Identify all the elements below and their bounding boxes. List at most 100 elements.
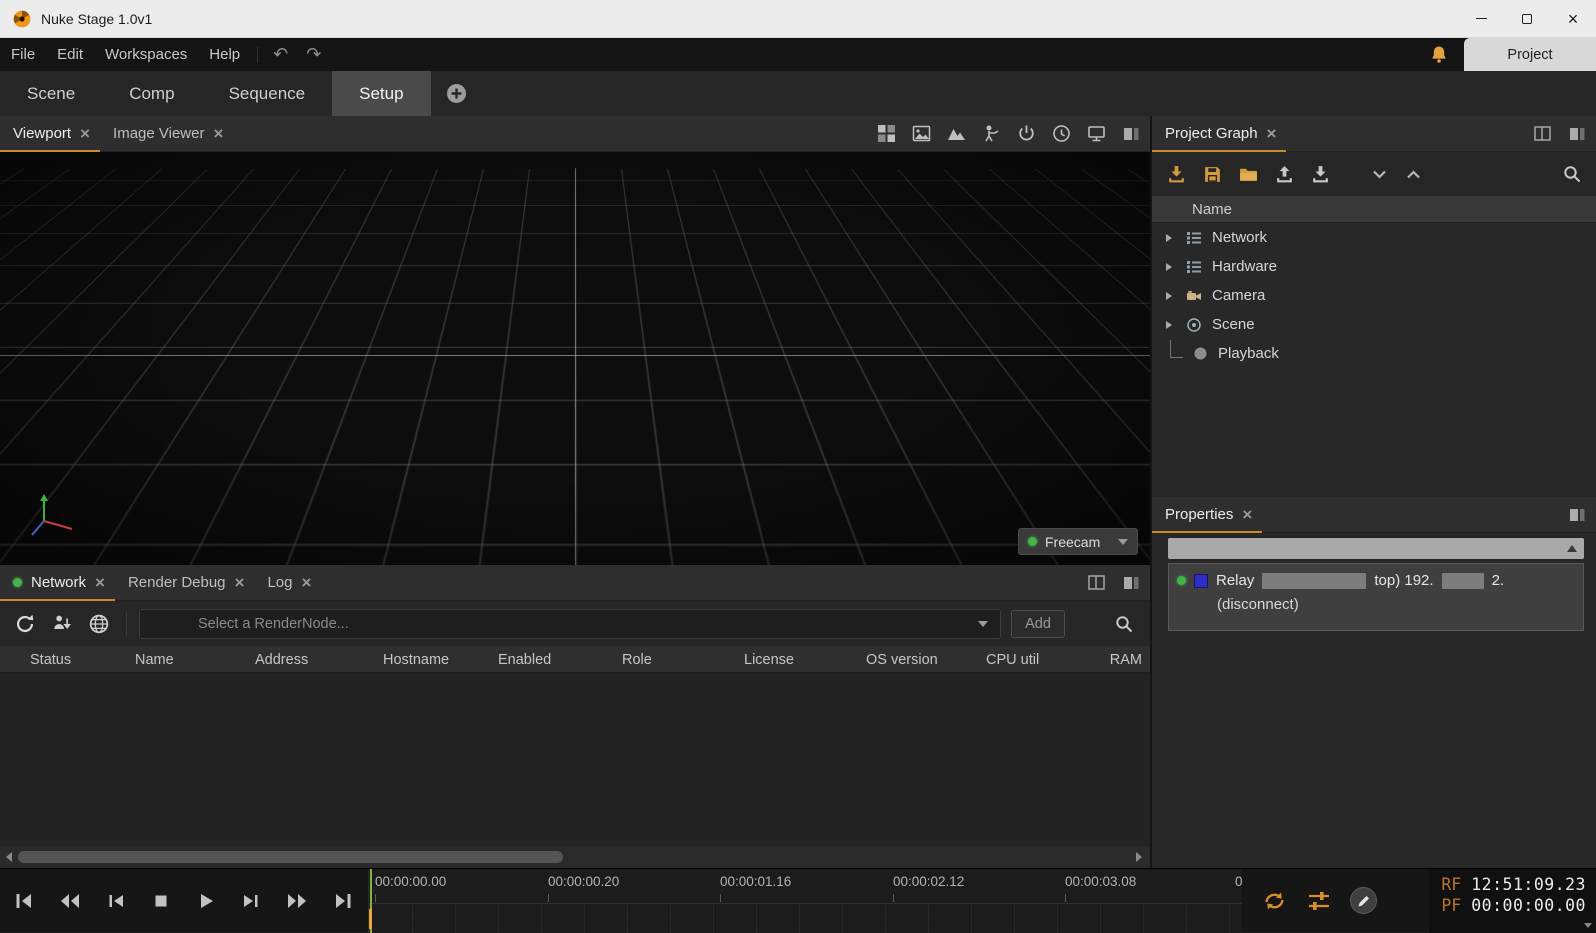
import-node-icon[interactable] — [52, 613, 74, 635]
add-button[interactable]: Add — [1011, 610, 1065, 638]
import-icon[interactable] — [1166, 164, 1187, 185]
column-hostname[interactable]: Hostname — [383, 646, 449, 673]
camera-rig-icon[interactable] — [982, 124, 1001, 143]
open-folder-icon[interactable] — [1238, 164, 1259, 185]
expander-icon[interactable] — [1164, 262, 1176, 272]
workspace-tab-comp[interactable]: Comp — [102, 71, 201, 116]
tree-row-playback[interactable]: Playback — [1152, 339, 1596, 368]
timecode-display[interactable]: RF 12:51:09.23 PF 00:00:00.00 — [1429, 869, 1596, 933]
close-tab-icon[interactable]: × — [80, 125, 90, 142]
column-ram[interactable]: RAM — [1110, 646, 1142, 673]
viewport-3d-view[interactable]: Freecam — [0, 152, 1150, 565]
tab-network[interactable]: Network × — [0, 565, 115, 601]
expander-icon[interactable] — [1164, 320, 1176, 330]
menu-file[interactable]: File — [0, 38, 46, 71]
column-role[interactable]: Role — [622, 646, 652, 673]
tab-properties[interactable]: Properties × — [1152, 497, 1262, 533]
loop-playback-icon[interactable] — [1261, 889, 1288, 913]
tree-row-scene[interactable]: Scene — [1152, 310, 1596, 339]
workspace-tab-sequence[interactable]: Sequence — [202, 71, 333, 116]
tab-log[interactable]: Log × — [254, 565, 321, 601]
download-icon[interactable] — [1310, 164, 1331, 185]
column-license[interactable]: License — [744, 646, 794, 673]
menu-workspaces[interactable]: Workspaces — [94, 38, 198, 71]
tab-viewport[interactable]: Viewport × — [0, 116, 100, 152]
workspace-tab-scene[interactable]: Scene — [0, 71, 102, 116]
scroll-up-icon[interactable] — [1567, 545, 1577, 552]
properties-scrollbar[interactable] — [1168, 538, 1584, 559]
chevron-down-icon[interactable] — [1370, 165, 1389, 184]
stop-button[interactable] — [151, 891, 171, 911]
next-frame-button[interactable] — [241, 891, 261, 911]
maximize-button[interactable] — [1504, 0, 1550, 37]
camera-selector-dropdown[interactable]: Freecam — [1018, 528, 1138, 555]
chevron-down-icon[interactable] — [1584, 923, 1592, 928]
redo-icon[interactable]: ↷ — [297, 44, 330, 65]
close-tab-icon[interactable]: × — [1267, 125, 1277, 142]
close-button[interactable]: × — [1550, 0, 1596, 37]
network-table-body[interactable] — [0, 673, 1150, 846]
tree-row-hardware[interactable]: Hardware — [1152, 252, 1596, 281]
disconnect-link[interactable]: (disconnect) — [1217, 596, 1299, 613]
notifications-bell-icon[interactable] — [1430, 45, 1448, 64]
rewind-button[interactable] — [59, 891, 81, 911]
panel-layout-icon[interactable] — [1568, 125, 1586, 143]
rendernode-dropdown[interactable]: Select a RenderNode... — [139, 609, 1001, 639]
power-icon[interactable] — [1017, 124, 1036, 143]
display-icon[interactable] — [1087, 124, 1106, 143]
timeline-ruler[interactable]: 00:00:00.00 00:00:00.20 00:00:01.16 00:0… — [368, 869, 1242, 933]
clock-sync-icon[interactable] — [1052, 124, 1071, 143]
play-button[interactable] — [196, 891, 216, 911]
horizontal-scrollbar[interactable] — [0, 846, 1150, 868]
name-column-header[interactable]: Name — [1152, 196, 1596, 223]
chevron-up-icon[interactable] — [1404, 165, 1423, 184]
image-icon[interactable] — [912, 124, 931, 143]
node-color-swatch[interactable] — [1194, 574, 1208, 588]
fast-forward-button[interactable] — [286, 891, 308, 911]
column-enabled[interactable]: Enabled — [498, 646, 551, 673]
tab-image-viewer[interactable]: Image Viewer × — [100, 116, 233, 152]
globe-icon[interactable] — [88, 613, 110, 635]
skip-to-start-button[interactable] — [14, 891, 34, 911]
close-tab-icon[interactable]: × — [235, 574, 245, 591]
scroll-right-icon[interactable] — [1136, 852, 1142, 862]
column-address[interactable]: Address — [255, 646, 308, 673]
panel-layout-icon[interactable] — [1568, 506, 1586, 524]
scrollbar-thumb[interactable] — [18, 851, 563, 863]
project-panel-tab[interactable]: Project — [1464, 38, 1596, 71]
previous-frame-button[interactable] — [106, 891, 126, 911]
layout-grid-icon[interactable] — [877, 124, 896, 143]
add-workspace-icon[interactable] — [446, 83, 467, 104]
minimize-button[interactable] — [1458, 0, 1504, 37]
close-tab-icon[interactable]: × — [95, 574, 105, 591]
column-cpu-util[interactable]: CPU util — [986, 646, 1039, 673]
menu-help[interactable]: Help — [198, 38, 251, 71]
annotation-pencil-icon[interactable] — [1350, 887, 1377, 914]
relay-properties-card[interactable]: Relay top) 192. 2. (disconnect) — [1168, 563, 1584, 631]
tree-row-camera[interactable]: Camera — [1152, 281, 1596, 310]
panel-layout-icon[interactable] — [1122, 125, 1140, 143]
expander-icon[interactable] — [1164, 291, 1176, 301]
environment-icon[interactable] — [947, 124, 966, 143]
column-os-version[interactable]: OS version — [866, 646, 938, 673]
undo-icon[interactable]: ↶ — [264, 44, 297, 65]
filter-sliders-icon[interactable] — [1307, 889, 1331, 913]
close-tab-icon[interactable]: × — [302, 574, 312, 591]
panel-layout-icon[interactable] — [1122, 574, 1140, 592]
tab-project-graph[interactable]: Project Graph × — [1152, 116, 1286, 152]
skip-to-end-button[interactable] — [333, 891, 353, 911]
column-status[interactable]: Status — [30, 646, 71, 673]
tab-render-debug[interactable]: Render Debug × — [115, 565, 255, 601]
close-tab-icon[interactable]: × — [1242, 506, 1252, 523]
columns-icon[interactable] — [1087, 573, 1106, 592]
scroll-left-icon[interactable] — [6, 852, 12, 862]
menu-edit[interactable]: Edit — [46, 38, 94, 71]
tree-row-network[interactable]: Network — [1152, 223, 1596, 252]
search-icon[interactable] — [1562, 164, 1582, 184]
search-icon[interactable] — [1114, 614, 1134, 634]
export-icon[interactable] — [1274, 164, 1295, 185]
column-name[interactable]: Name — [135, 646, 174, 673]
expander-icon[interactable] — [1164, 233, 1176, 243]
save-icon[interactable] — [1202, 164, 1223, 185]
close-tab-icon[interactable]: × — [213, 125, 223, 142]
